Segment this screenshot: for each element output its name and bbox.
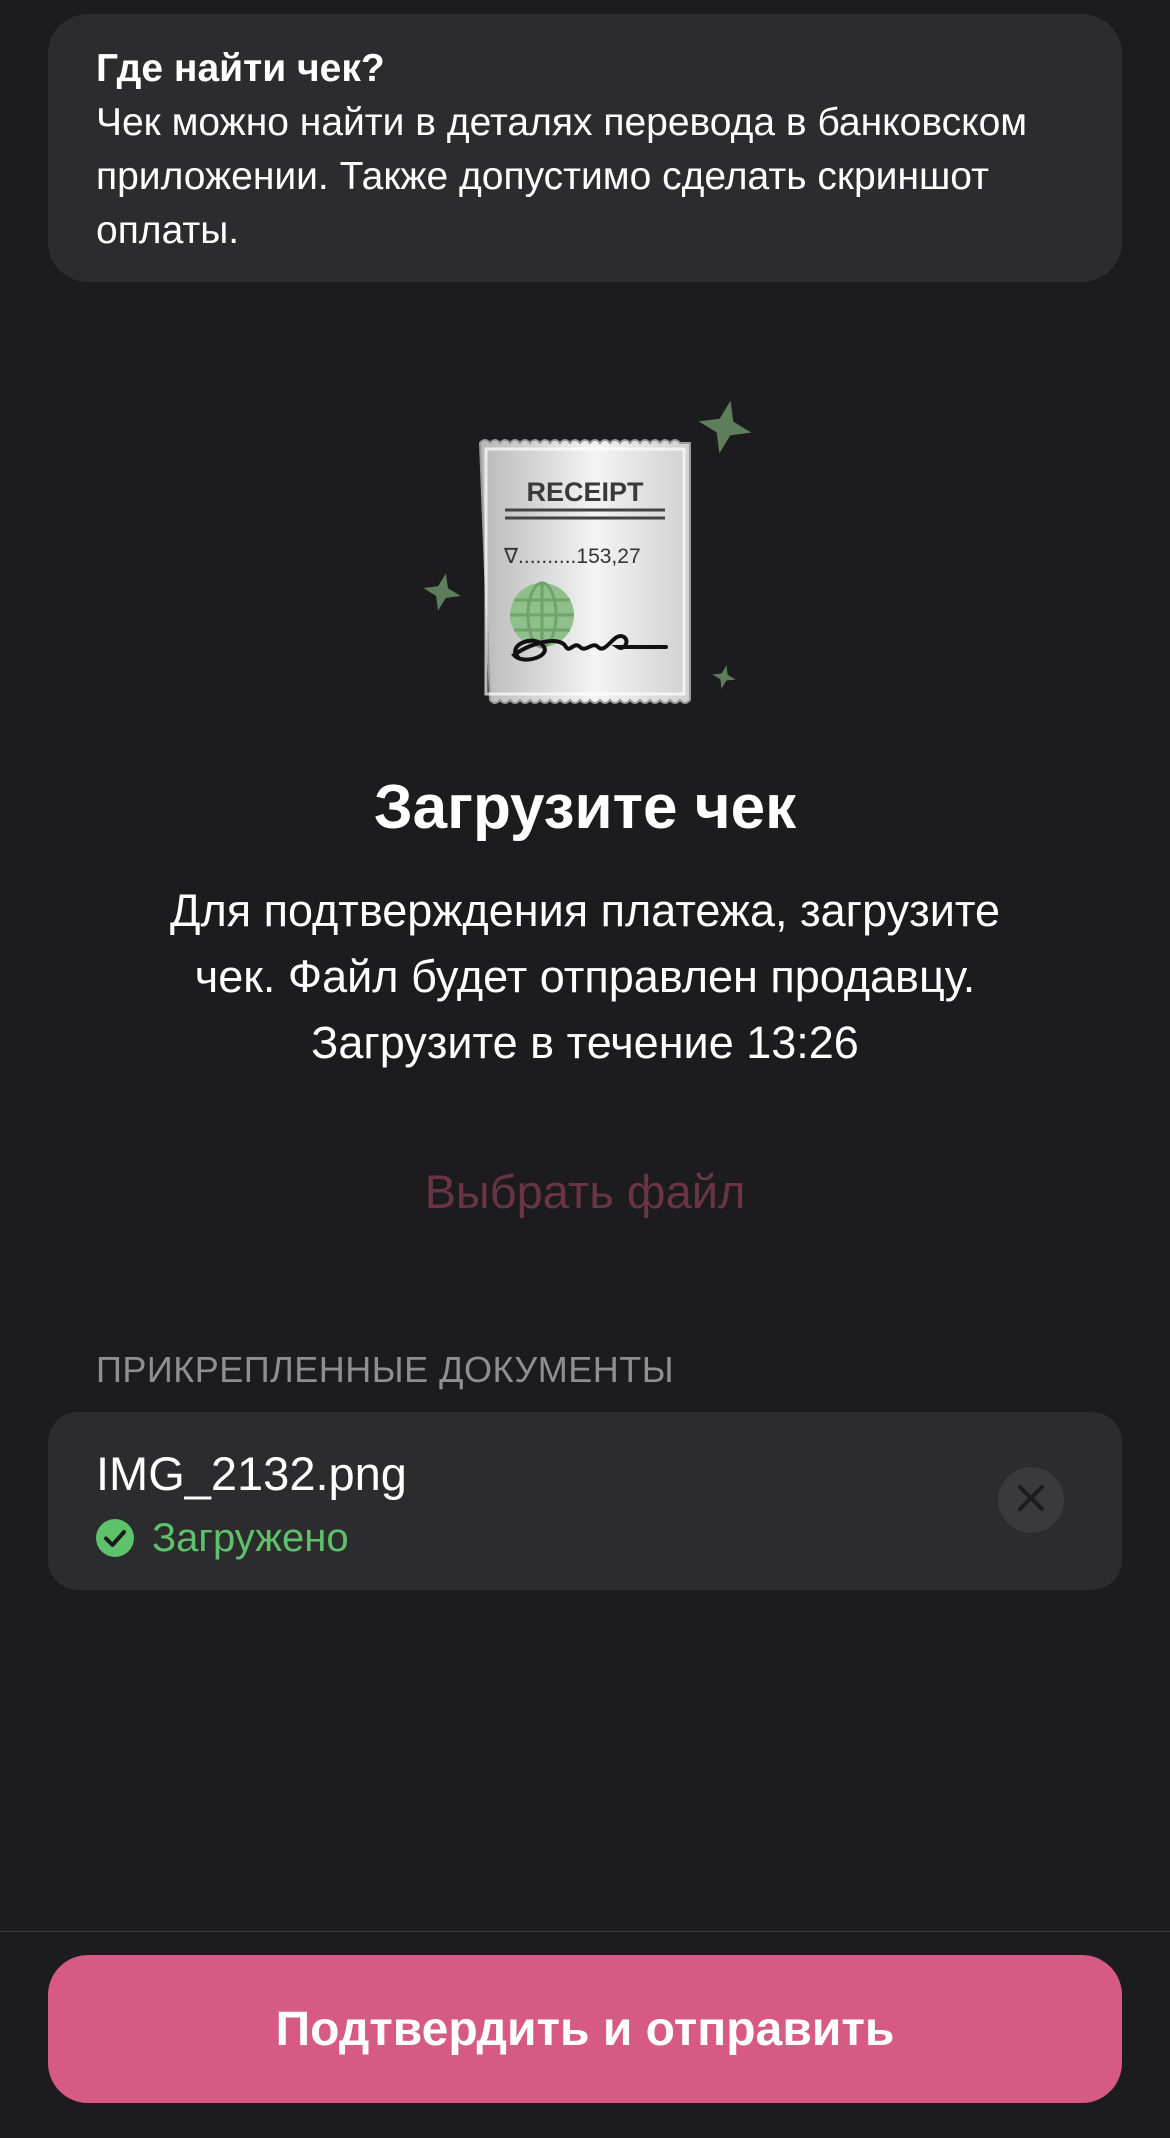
bottom-divider xyxy=(0,1931,1170,1932)
attachment-file-name: IMG_2132.png xyxy=(96,1447,407,1500)
info-card: Где найти чек? Чек можно найти в деталях… xyxy=(48,14,1122,282)
description-line: чек. Файл будет отправлен продавцу. xyxy=(194,951,976,1002)
close-icon xyxy=(1016,1483,1046,1518)
receipt-title-text: RECEIPT xyxy=(526,477,644,507)
info-title: Где найти чек? xyxy=(96,47,385,90)
attachments-header: ПРИКРЕПЛЕННЫЕ ДОКУМЕНТЫ xyxy=(96,1349,675,1390)
receipt-amount-text: ∇..........153,27 xyxy=(503,545,641,568)
description-line: Для подтверждения платежа, загрузите xyxy=(170,885,1000,936)
confirm-and-send-button[interactable]: Подтвердить и отправить xyxy=(48,1955,1122,2103)
remove-attachment-button[interactable] xyxy=(998,1467,1064,1533)
attachment-item: IMG_2132.png Загружено xyxy=(48,1412,1122,1590)
attachment-status-text: Загружено xyxy=(152,1516,349,1560)
upload-description: Для подтверждения платежа, загрузите чек… xyxy=(0,878,1170,1076)
attachment-status: Загружено xyxy=(96,1516,349,1560)
description-line: Загрузите в течение 13:26 xyxy=(311,1017,859,1068)
receipt-illustration: RECEIPT ∇..........153,27 xyxy=(410,395,770,715)
info-body: Чек можно найти в деталях перевода в бан… xyxy=(96,101,1028,252)
check-circle-icon xyxy=(96,1519,134,1557)
sparkle-icon xyxy=(423,573,461,611)
sparkle-icon xyxy=(698,400,752,454)
choose-file-button[interactable]: Выбрать файл xyxy=(0,1160,1170,1224)
sparkle-icon xyxy=(712,665,736,689)
page-title: Загрузите чек xyxy=(373,773,797,842)
